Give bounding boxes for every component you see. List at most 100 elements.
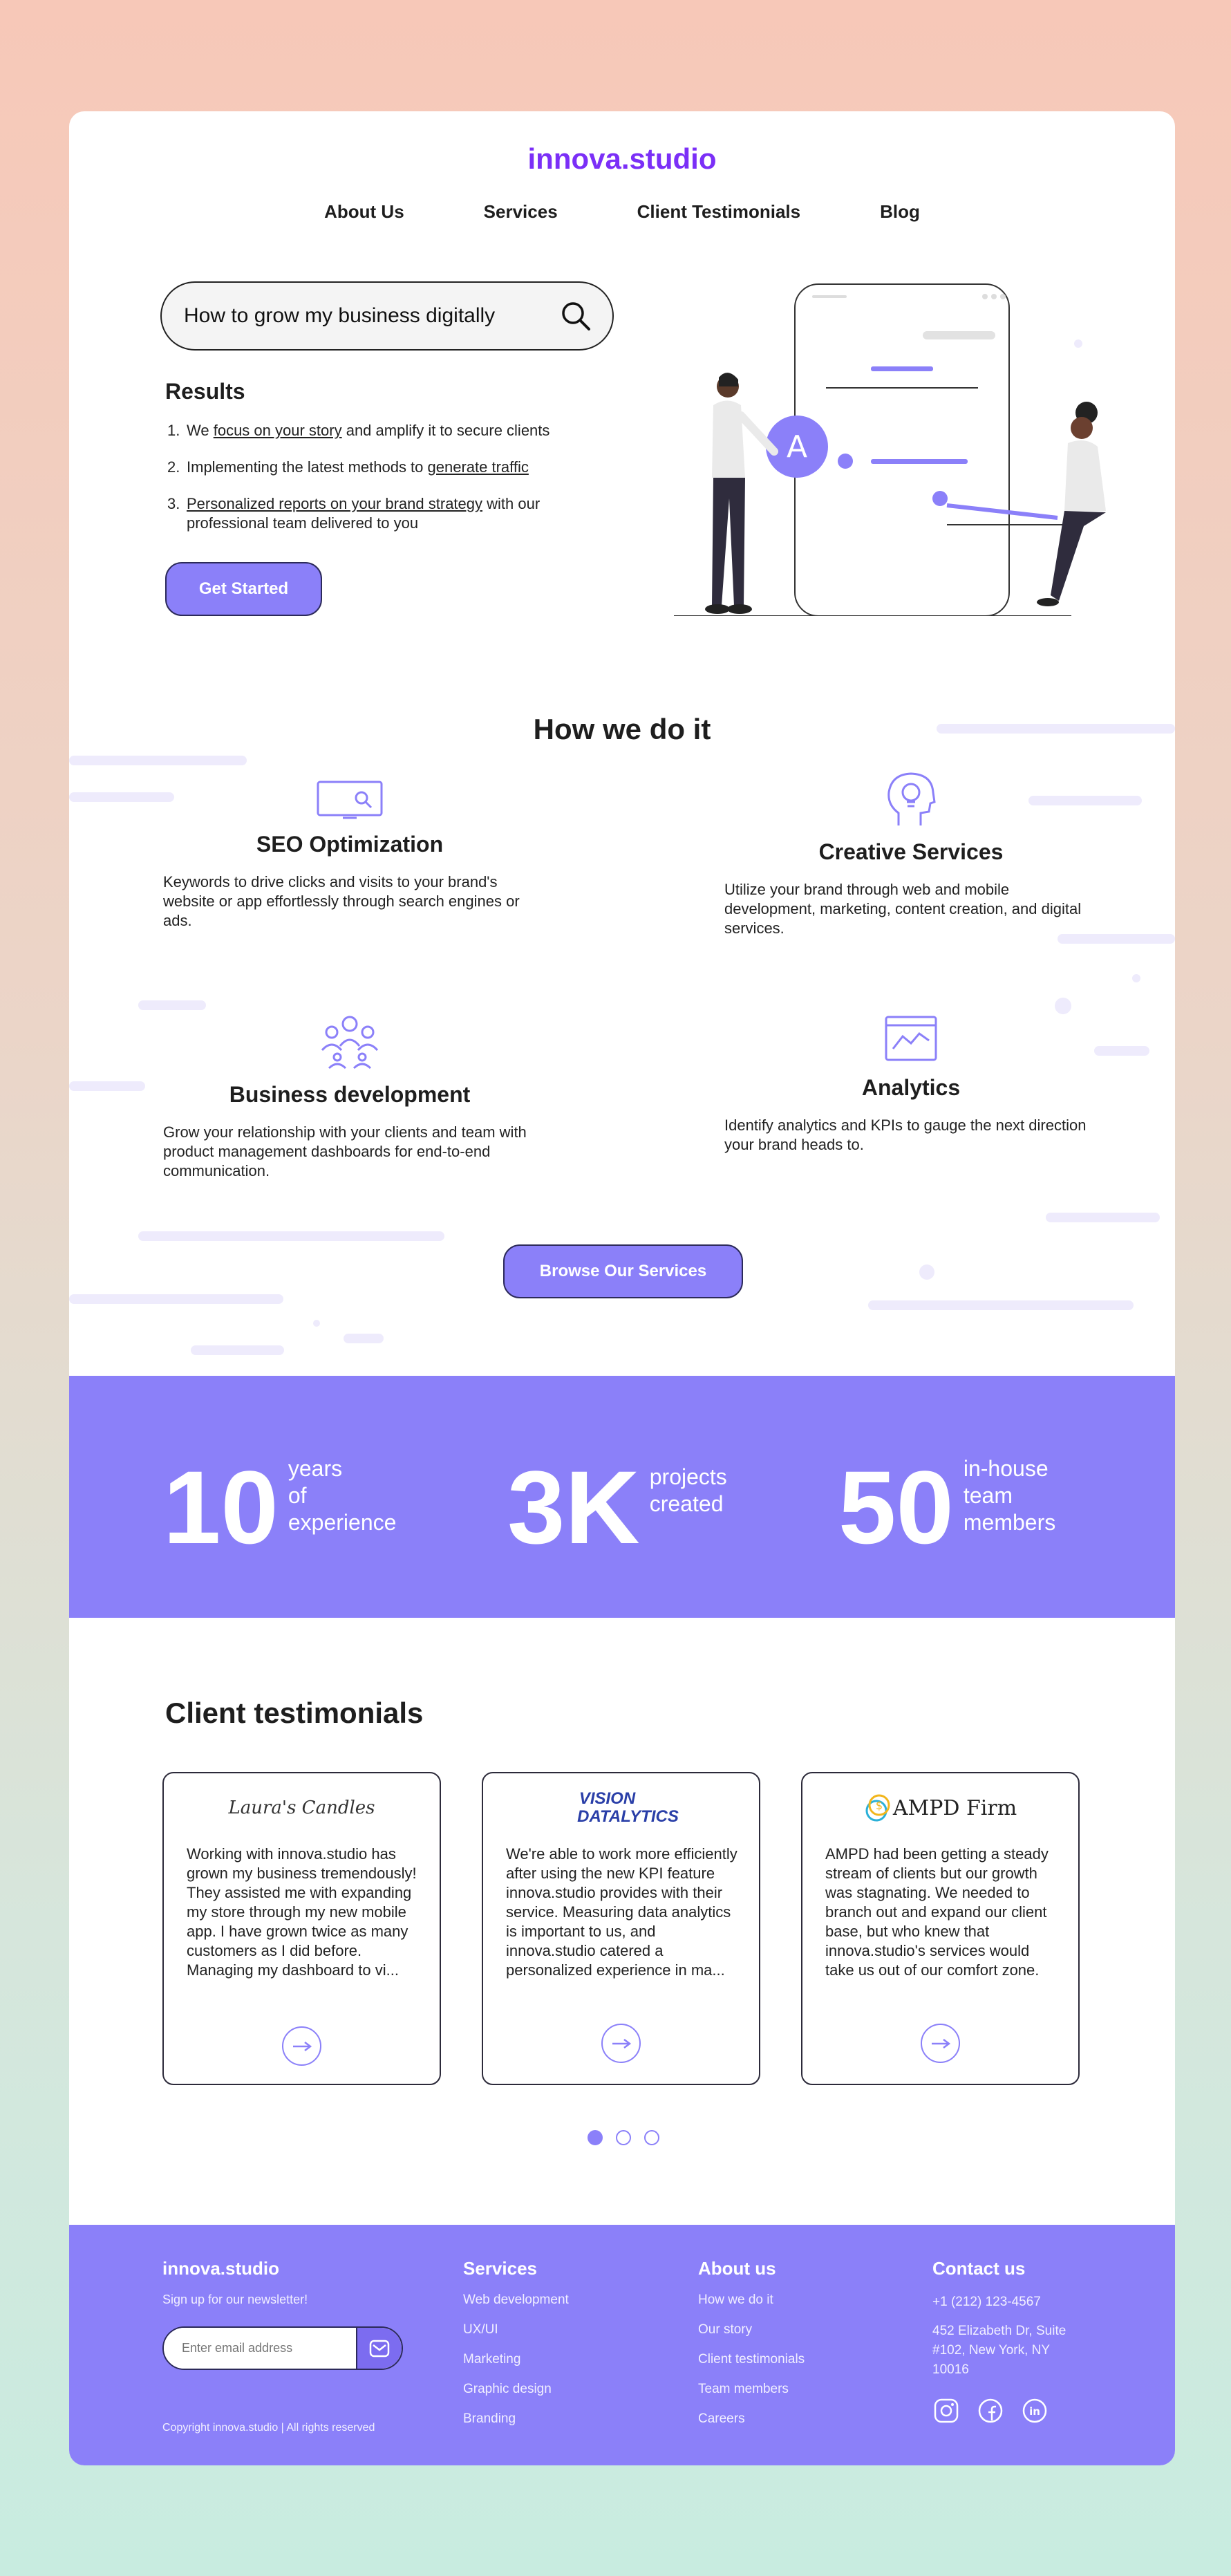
instagram-icon[interactable] xyxy=(932,2397,960,2425)
decor-line xyxy=(69,756,247,765)
footer-copyright: Copyright innova.studio | All rights res… xyxy=(162,2422,375,2434)
service-title: SEO Optimization xyxy=(256,832,444,857)
decor-dot xyxy=(919,1264,934,1280)
mail-icon xyxy=(369,2340,390,2357)
footer-link[interactable]: UX/UI xyxy=(463,2322,569,2337)
footer-link[interactable]: Team members xyxy=(698,2382,805,2397)
main-nav: About Us Services Client Testimonials Bl… xyxy=(69,201,1175,223)
decor-line xyxy=(191,1345,284,1355)
nav-about-us[interactable]: About Us xyxy=(324,201,404,223)
footer-link[interactable]: Our story xyxy=(698,2322,805,2337)
result-item: 3. Personalized reports on your brand st… xyxy=(167,495,541,532)
facebook-icon[interactable] xyxy=(977,2397,1004,2425)
decor-line xyxy=(69,1294,283,1304)
svg-text:in: in xyxy=(1029,2405,1040,2418)
service-title: Creative Services xyxy=(818,839,1004,864)
stat-label: projects created xyxy=(649,1464,727,1516)
footer-brand: innova.studio xyxy=(162,2258,279,2279)
service-creative: Creative Services Utilize your brand thr… xyxy=(724,772,1098,938)
service-seo: SEO Optimization Keywords to drive click… xyxy=(163,781,536,931)
service-description: Identify analytics and KPIs to gauge the… xyxy=(724,1117,1087,1153)
contact-address: 452 Elizabeth Dr, Suite #102, New York, … xyxy=(932,2324,1066,2377)
testimonial-quote: We're able to work more efficiently afte… xyxy=(506,1845,737,1979)
contact-phone[interactable]: +1 (212) 123-4567 xyxy=(932,2293,1066,2312)
search-bar xyxy=(160,281,614,351)
send-email-button[interactable] xyxy=(356,2328,402,2369)
stat-projects: 3K projects created xyxy=(507,1455,727,1559)
footer-link[interactable]: Client testimonials xyxy=(698,2352,805,2367)
footer-about-title: About us xyxy=(698,2258,776,2279)
stats-band: 10 years of experience 3K projects created … xyxy=(69,1376,1175,1618)
svg-text:$: $ xyxy=(876,1799,883,1812)
email-field[interactable] xyxy=(164,2328,356,2369)
coin-icon: $ xyxy=(865,1794,890,1822)
footer-about-links: How we do it Our story Client testimonia… xyxy=(698,2293,805,2441)
service-description: Grow your relationship with your clients… xyxy=(163,1123,527,1179)
results-heading: Results xyxy=(165,379,245,404)
read-more-arrow-icon[interactable] xyxy=(282,2026,321,2066)
result-link[interactable]: generate traffic xyxy=(428,458,529,476)
stat-label: in-house team members xyxy=(963,1456,1056,1535)
decor-line xyxy=(1094,1046,1149,1056)
result-item: 2. Implementing the latest methods to ge… xyxy=(167,458,529,476)
stat-number: 50 xyxy=(838,1449,954,1565)
decor-dot xyxy=(1132,974,1140,982)
footer-link[interactable]: Careers xyxy=(698,2411,805,2427)
footer-link[interactable]: Marketing xyxy=(463,2352,569,2367)
footer-services-title: Services xyxy=(463,2258,537,2279)
footer-contact-title: Contact us xyxy=(932,2258,1026,2279)
footer-services-links: Web development UX/UI Marketing Graphic … xyxy=(463,2293,569,2441)
client-logo: VISION DATALYTICS xyxy=(577,1789,679,1826)
result-item: 1. We focus on your story and amplify it… xyxy=(167,422,550,439)
service-title: Analytics xyxy=(861,1075,961,1100)
client-logo: $ AMPD Firm xyxy=(802,1787,1078,1829)
testimonials-title: Client testimonials xyxy=(165,1697,424,1729)
svg-text:A: A xyxy=(787,429,807,465)
carousel-pagination xyxy=(588,2130,659,2145)
nav-services[interactable]: Services xyxy=(484,201,558,223)
testimonial-card: $ AMPD Firm AMPD had been getting a stea… xyxy=(801,1772,1080,2085)
analytics-chart-icon xyxy=(885,1016,937,1061)
service-title: Business development xyxy=(229,1082,471,1107)
service-business-development: Business development Grow your relations… xyxy=(163,1014,536,1181)
carousel-dot[interactable] xyxy=(616,2130,631,2145)
decor-line xyxy=(138,1231,444,1241)
social-links: in xyxy=(932,2397,1049,2425)
carousel-dot[interactable] xyxy=(588,2130,603,2145)
read-more-arrow-icon[interactable] xyxy=(921,2024,960,2063)
how-we-do-it-title: How we do it xyxy=(533,713,711,745)
team-icon xyxy=(321,1016,379,1070)
search-input[interactable] xyxy=(184,304,560,328)
stat-number: 10 xyxy=(163,1449,279,1565)
decor-line xyxy=(138,1000,206,1010)
footer-link[interactable]: Graphic design xyxy=(463,2382,569,2397)
decor-line xyxy=(1046,1213,1160,1222)
browse-services-button[interactable]: Browse Our Services xyxy=(503,1244,743,1298)
search-window-icon xyxy=(317,781,383,819)
stat-number: 3K xyxy=(507,1449,640,1565)
footer-link[interactable]: Branding xyxy=(463,2411,569,2427)
service-analytics: Analytics Identify analytics and KPIs to… xyxy=(724,1014,1098,1155)
stat-label: years of experience xyxy=(288,1456,397,1535)
linkedin-icon[interactable]: in xyxy=(1021,2397,1049,2425)
result-link[interactable]: focus on your story xyxy=(214,422,342,439)
search-icon[interactable] xyxy=(560,300,592,332)
testimonial-card: Laura's Candles Working with innova.stud… xyxy=(162,1772,441,2085)
newsletter-label: Sign up for our newsletter! xyxy=(162,2293,308,2306)
nav-blog[interactable]: Blog xyxy=(880,201,920,223)
decor-line xyxy=(868,1300,1134,1310)
carousel-dot[interactable] xyxy=(644,2130,659,2145)
hero-illustration: A xyxy=(674,283,1106,616)
decor-dot xyxy=(1055,998,1071,1014)
decor-line xyxy=(344,1334,384,1343)
read-more-arrow-icon[interactable] xyxy=(601,2024,641,2063)
stat-team: 50 in-house team members xyxy=(838,1455,1055,1559)
decor-line xyxy=(69,792,174,802)
site-logo[interactable]: innova.studio xyxy=(69,142,1175,176)
get-started-button[interactable]: Get Started xyxy=(165,562,322,616)
stat-years: 10 years of experience xyxy=(163,1455,396,1559)
result-link[interactable]: Personalized reports on your brand strat… xyxy=(187,495,482,512)
footer-link[interactable]: How we do it xyxy=(698,2293,805,2308)
nav-client-testimonials[interactable]: Client Testimonials xyxy=(637,201,800,223)
footer-link[interactable]: Web development xyxy=(463,2293,569,2308)
